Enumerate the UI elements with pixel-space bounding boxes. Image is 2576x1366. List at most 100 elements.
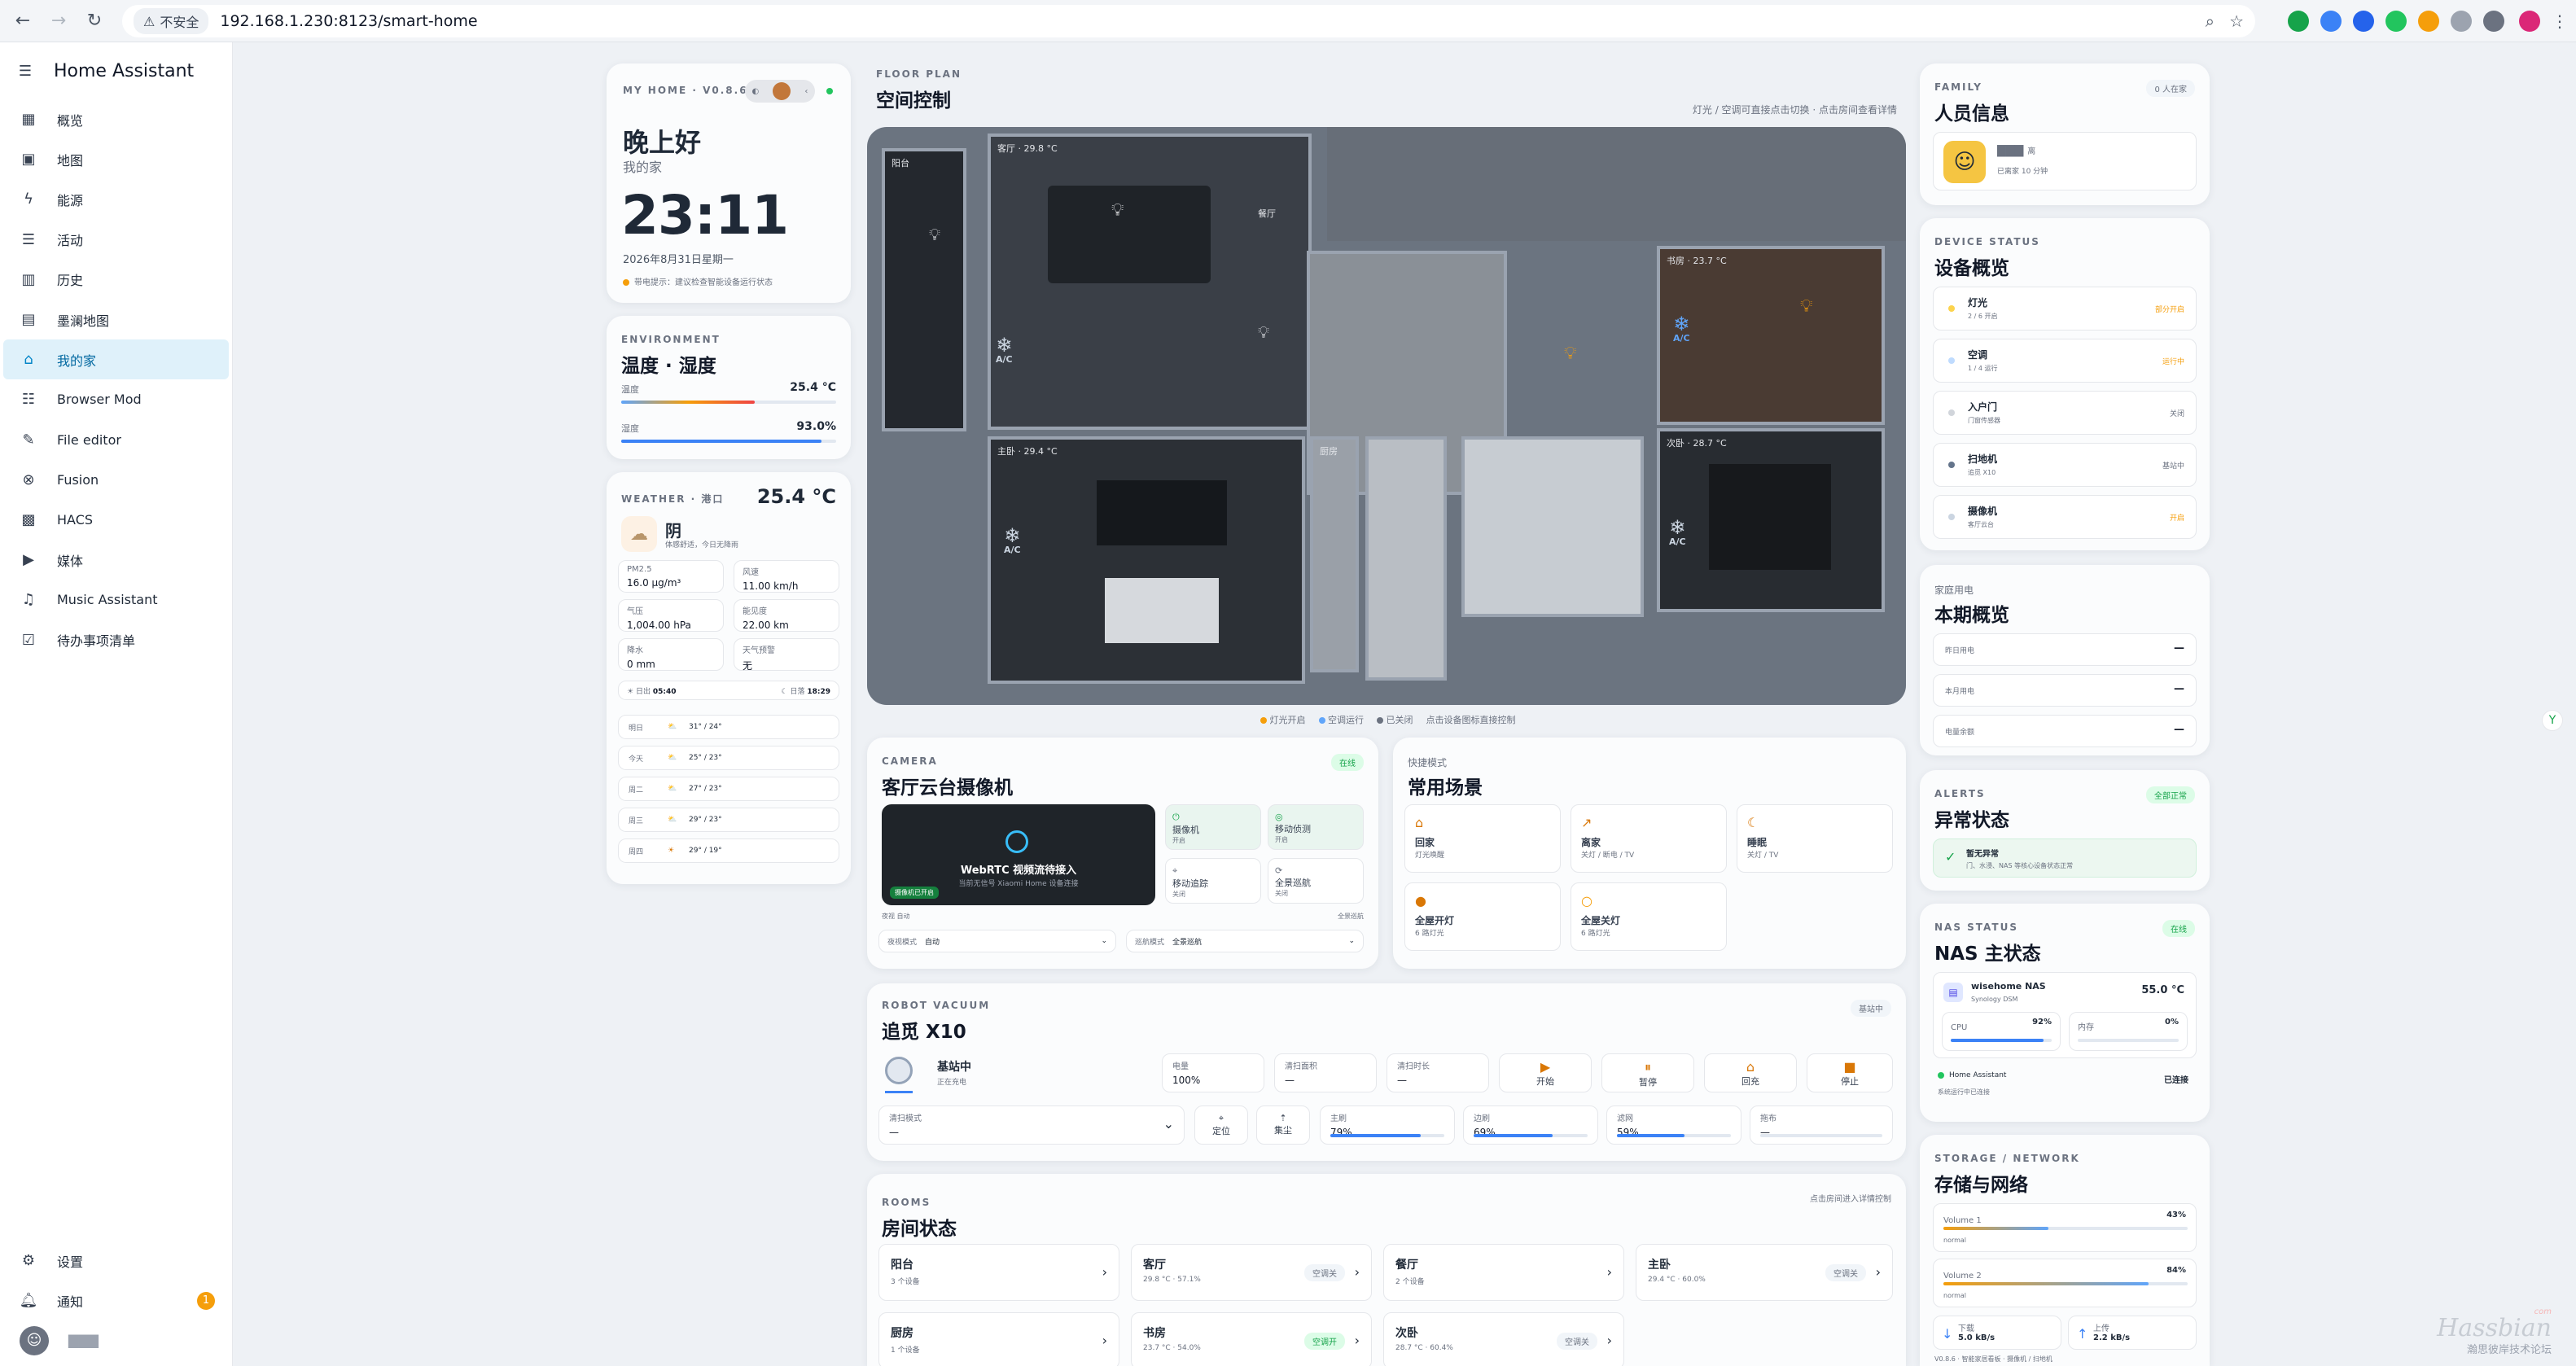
chevron-icon[interactable]: ‹: [804, 87, 808, 96]
extension-check-icon[interactable]: [2385, 11, 2407, 32]
room-card-second[interactable]: 次卧 28.7 °C · 60.4% 空调关 ›: [1383, 1312, 1624, 1366]
locate-button[interactable]: ⌖ 定位: [1194, 1105, 1248, 1145]
scene-away-button[interactable]: ↗ 离家 关灯 / 断电 / TV: [1571, 804, 1727, 873]
ac-icon-living[interactable]: ❄ A/C: [996, 335, 1013, 364]
reload-button[interactable]: ↻: [78, 5, 111, 37]
bulb-icon[interactable]: 💡︎: [1564, 344, 1576, 364]
camera-stream[interactable]: WebRTC 视频流待接入 当前无信号 Xiaomi Home 设备连接 摄像机…: [882, 804, 1155, 905]
room-kitchen[interactable]: [1365, 436, 1447, 681]
sun-times: ☀ 日出 05:40 ☾ 日落 18:29: [618, 681, 839, 700]
room-second[interactable]: 次卧 · 28.7 °C: [1657, 428, 1885, 612]
room-kitchen-corridor[interactable]: 厨房: [1310, 436, 1359, 672]
extension-color-icon[interactable]: [2418, 11, 2439, 32]
scene-all-off-button[interactable]: ○ 全屋关灯 6 路灯光: [1571, 882, 1727, 951]
room-card-master[interactable]: 主卧 29.4 °C · 60.0% 空调关 ›: [1636, 1244, 1893, 1301]
sidebar-item-history[interactable]: ▥ 历史: [3, 260, 229, 300]
bulb-icon[interactable]: 💡︎: [1800, 296, 1812, 317]
device-row-door[interactable]: 入户门 门窗传感器 关闭: [1933, 391, 2197, 435]
sidebar-item-map[interactable]: ▣ 地图: [3, 139, 229, 179]
sidebar-item-inkmap[interactable]: ▤ 墨澜地图: [3, 300, 229, 339]
cruise-mode-select[interactable]: 巡航模式 全景巡航 ⌄: [1126, 930, 1364, 952]
sidebar-item-settings[interactable]: ⚙ 设置: [3, 1241, 230, 1281]
sidebar-item-browser-mod[interactable]: ☷ Browser Mod: [3, 379, 229, 419]
extension-circle-icon[interactable]: [2353, 11, 2374, 32]
motion-track-button[interactable]: ⌖ 移动追踪 关闭: [1165, 858, 1261, 904]
room-living[interactable]: 客厅 · 29.8 °C 餐厅: [988, 134, 1312, 430]
bulb-icon[interactable]: 💡︎: [1258, 322, 1269, 342]
room-study[interactable]: 书房 · 23.7 °C: [1657, 246, 1885, 425]
ac-icon-master[interactable]: ❄ A/C: [1004, 526, 1021, 554]
scene-all-on-button[interactable]: ● 全屋开灯 6 路灯光: [1404, 882, 1561, 951]
sidebar-item-music-assistant[interactable]: ♫ Music Assistant: [3, 580, 229, 620]
bulb-icon[interactable]: 💡︎: [1111, 200, 1124, 221]
back-button[interactable]: ←: [7, 5, 39, 37]
forecast-row: 明日 ⛅ 31° / 24°: [618, 715, 839, 739]
profile-avatar[interactable]: [2519, 11, 2540, 32]
scene-home-button[interactable]: ⌂ 回家 灯光唤醒: [1404, 804, 1561, 873]
forward-button[interactable]: →: [42, 5, 75, 37]
sidebar-item-todo[interactable]: ☑ 待办事项清单: [3, 620, 229, 659]
dust-collect-button[interactable]: ⇡ 集尘: [1256, 1105, 1310, 1145]
auto-mode-icon[interactable]: ◐: [752, 87, 760, 96]
home-icon: ⌂: [1746, 1059, 1755, 1075]
insecure-indicator[interactable]: ⚠ 不安全: [134, 8, 209, 34]
room-card-balcony[interactable]: 阳台 3 个设备 ›: [878, 1244, 1119, 1301]
floating-assistant-icon[interactable]: Y: [2542, 710, 2563, 731]
sidebar-item-hacs[interactable]: ▩ HACS: [3, 500, 229, 540]
consumable-main-brush: 主刷 79%: [1320, 1105, 1455, 1145]
sun-icon[interactable]: [773, 82, 791, 100]
forecast-row: 周三 ⛅ 29° / 23°: [618, 808, 839, 832]
theme-toggle[interactable]: ◐ ‹: [745, 80, 815, 103]
downloads-icon[interactable]: [2483, 11, 2504, 32]
sidebar-item-notifications[interactable]: 🔔︎ 通知 1: [3, 1281, 230, 1320]
extensions-puzzle-icon[interactable]: [2451, 11, 2472, 32]
sidebar-item-fusion[interactable]: ⊗ Fusion: [3, 460, 229, 500]
sidebar-item-energy[interactable]: ϟ 能源: [3, 179, 229, 219]
menu-icon[interactable]: ☰: [16, 62, 34, 80]
device-row-ac[interactable]: 空调 1 / 4 运行 运行中: [1933, 339, 2197, 383]
room-card-study[interactable]: 书房 23.7 °C · 54.0% 空调开 ›: [1131, 1312, 1372, 1366]
vacuum-pause-button[interactable]: ⏸ 暂停: [1601, 1053, 1694, 1092]
sidebar-item-file-editor[interactable]: ✎ File editor: [3, 420, 229, 460]
extension-shield-icon[interactable]: [2288, 11, 2309, 32]
storage-card: STORAGE / NETWORK 存储与网络 Volume 1 43% norma…: [1920, 1135, 2210, 1366]
ac-icon-second[interactable]: ❄ A/C: [1669, 518, 1686, 546]
vacuum-dock-button[interactable]: ⌂ 回充: [1704, 1053, 1797, 1092]
clean-mode-select[interactable]: 清扫模式 — ⌄: [878, 1105, 1185, 1145]
room-bathroom[interactable]: [1461, 436, 1644, 617]
device-row-camera[interactable]: 摄像机 客厅云台 开启: [1933, 495, 2197, 539]
weather-temp: 25.4 °C: [756, 485, 836, 508]
motion-detect-button[interactable]: ◎ 移动侦测 开启: [1268, 804, 1364, 850]
todo-icon: ☑: [21, 631, 36, 649]
alerts-card: ALERTS 异常状态 全部正常 ✓ 暂无异常 门、水浸、NAS 等核心设备状态…: [1920, 770, 2210, 891]
extension-grid-icon[interactable]: [2320, 11, 2342, 32]
chevron-down-icon: ⌄: [1163, 1116, 1174, 1132]
address-bar[interactable]: ⚠ 不安全 192.168.1.230:8123/smart-home ⌕ ☆: [122, 5, 2255, 37]
family-card: FAMILY 人员信息 0 人在家 ☺ ▇▇▇ 离 已离家 10 分钟: [1920, 63, 2210, 205]
camera-card: CAMERA 客厅云台摄像机 在线 WebRTC 视频流待接入 当前无信号 Xi…: [867, 738, 1378, 969]
ac-icon-study[interactable]: ❄ A/C: [1673, 314, 1690, 343]
sidebar-item-overview[interactable]: ▦ 概览: [3, 99, 229, 139]
panorama-cruise-button[interactable]: ⟳ 全景巡航 关闭: [1268, 858, 1364, 904]
menu-dots-icon[interactable]: ⋮: [2552, 11, 2568, 31]
room-master[interactable]: 主卧 · 29.4 °C: [988, 436, 1305, 684]
scene-sleep-button[interactable]: ☾ 睡眠 关灯 / TV: [1737, 804, 1893, 873]
night-mode-select[interactable]: 夜视模式 自动 ⌄: [878, 930, 1116, 952]
device-row-lights[interactable]: 灯光 2 / 6 开启 部分开启: [1933, 287, 2197, 331]
room-balcony[interactable]: 阳台: [882, 148, 966, 431]
sidebar-item-logbook[interactable]: ☰ 活动: [3, 220, 229, 260]
sidebar-item-my-home[interactable]: ⌂ 我的家: [3, 339, 229, 380]
sidebar-item-media[interactable]: ▶ 媒体: [3, 540, 229, 580]
camera-power-button[interactable]: ⏻ 摄像机 开启: [1165, 804, 1261, 850]
device-row-vacuum[interactable]: 扫地机 追觅 X10 基站中: [1933, 443, 2197, 487]
person-row[interactable]: ☺ ▇▇▇ 离 已离家 10 分钟: [1933, 132, 2197, 190]
bulb-icon[interactable]: 💡︎: [929, 225, 940, 244]
zoom-icon[interactable]: ⌕: [2206, 11, 2215, 31]
vacuum-start-button[interactable]: ▶ 开始: [1499, 1053, 1592, 1092]
room-card-kitchen[interactable]: 厨房 1 个设备 ›: [878, 1312, 1119, 1366]
bookmark-star-icon[interactable]: ☆: [2229, 11, 2244, 31]
sidebar-item-profile[interactable]: ☺ ▇▇▇: [3, 1320, 230, 1360]
room-card-living[interactable]: 客厅 29.8 °C · 57.1% 空调关 ›: [1131, 1244, 1372, 1301]
room-card-dining[interactable]: 餐厅 2 个设备 ›: [1383, 1244, 1624, 1301]
vacuum-stop-button[interactable]: ■ 停止: [1807, 1053, 1893, 1092]
